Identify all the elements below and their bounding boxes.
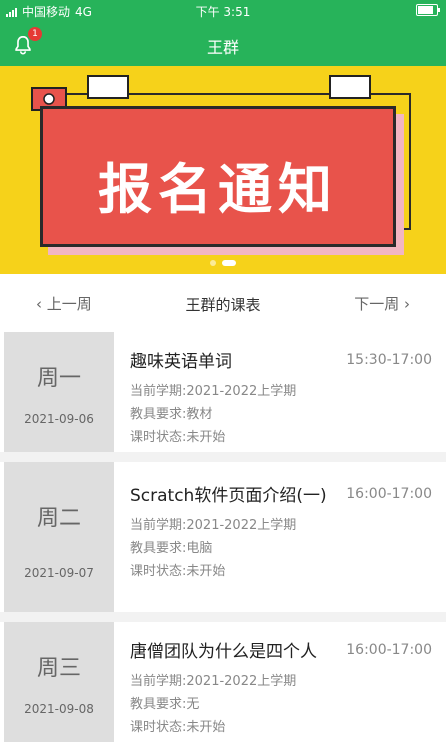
status-value: 未开始 bbox=[186, 564, 226, 579]
semester-value: 2021-2022上学期 bbox=[186, 384, 297, 399]
day-name: 周二 bbox=[36, 506, 81, 531]
status-time: 下午 3:51 bbox=[195, 5, 251, 19]
semester-label: 当前学期: bbox=[130, 384, 187, 399]
course-card[interactable]: 周三 2021-09-08 唐僧团队为什么是四个人 16:00-17:00 当前… bbox=[0, 622, 446, 742]
semester-value: 2021-2022上学期 bbox=[186, 518, 297, 533]
day-column: 周一 2021-09-06 bbox=[4, 332, 114, 452]
tools-label: 教具要求: bbox=[130, 541, 187, 556]
status-value: 未开始 bbox=[186, 430, 226, 445]
day-name: 周三 bbox=[36, 656, 81, 681]
tools-value: 教材 bbox=[186, 407, 213, 422]
carousel-dot-active[interactable] bbox=[222, 260, 236, 266]
chevron-right-icon: › bbox=[399, 295, 410, 313]
tools-value: 无 bbox=[186, 697, 200, 712]
course-title: 唐僧团队为什么是四个人 bbox=[130, 642, 317, 662]
course-time: 16:00-17:00 bbox=[346, 486, 432, 502]
carousel-indicator bbox=[0, 260, 446, 266]
status-label: 课时状态: bbox=[130, 564, 187, 579]
status-label: 课时状态: bbox=[130, 430, 187, 445]
day-date: 2021-09-06 bbox=[24, 412, 94, 426]
day-name: 周一 bbox=[36, 366, 81, 391]
course-card[interactable]: 周二 2021-09-07 Scratch软件页面介绍(一) 16:00-17:… bbox=[0, 462, 446, 612]
tools-label: 教具要求: bbox=[130, 407, 187, 422]
nav-bar: 1 王群 bbox=[0, 22, 446, 66]
banner-card: 报名通知 bbox=[40, 106, 396, 247]
day-column: 周二 2021-09-07 bbox=[4, 462, 114, 612]
next-week-button[interactable]: 下一周 › bbox=[354, 293, 410, 314]
semester-value: 2021-2022上学期 bbox=[186, 674, 297, 689]
course-title: 趣味英语单词 bbox=[130, 352, 232, 372]
course-card[interactable]: 周一 2021-09-06 趣味英语单词 15:30-17:00 当前学期:20… bbox=[0, 332, 446, 452]
course-time: 16:00-17:00 bbox=[346, 642, 432, 658]
course-time: 15:30-17:00 bbox=[346, 352, 432, 368]
day-column: 周三 2021-09-08 bbox=[4, 622, 114, 742]
week-navigation: ‹ 上一周 王群的课表 下一周 › bbox=[0, 274, 446, 333]
banner-title: 报名通知 bbox=[98, 158, 338, 221]
tools-value: 电脑 bbox=[186, 541, 213, 556]
battery-icon bbox=[416, 4, 440, 16]
day-date: 2021-09-08 bbox=[24, 702, 94, 716]
semester-label: 当前学期: bbox=[130, 518, 187, 533]
status-label: 课时状态: bbox=[130, 720, 187, 735]
course-title: Scratch软件页面介绍(一) bbox=[130, 486, 327, 506]
status-bar: 中国移动 4G 下午 3:51 bbox=[0, 0, 446, 22]
next-week-label: 下一周 bbox=[354, 295, 400, 313]
status-value: 未开始 bbox=[186, 720, 226, 735]
banner-carousel[interactable]: 报名通知 bbox=[0, 66, 446, 274]
day-date: 2021-09-07 bbox=[24, 566, 94, 580]
tools-label: 教具要求: bbox=[130, 697, 187, 712]
semester-label: 当前学期: bbox=[130, 674, 187, 689]
page-title: 王群 bbox=[206, 38, 239, 57]
schedule-list: 周一 2021-09-06 趣味英语单词 15:30-17:00 当前学期:20… bbox=[0, 332, 446, 742]
carousel-dot[interactable] bbox=[210, 260, 216, 266]
